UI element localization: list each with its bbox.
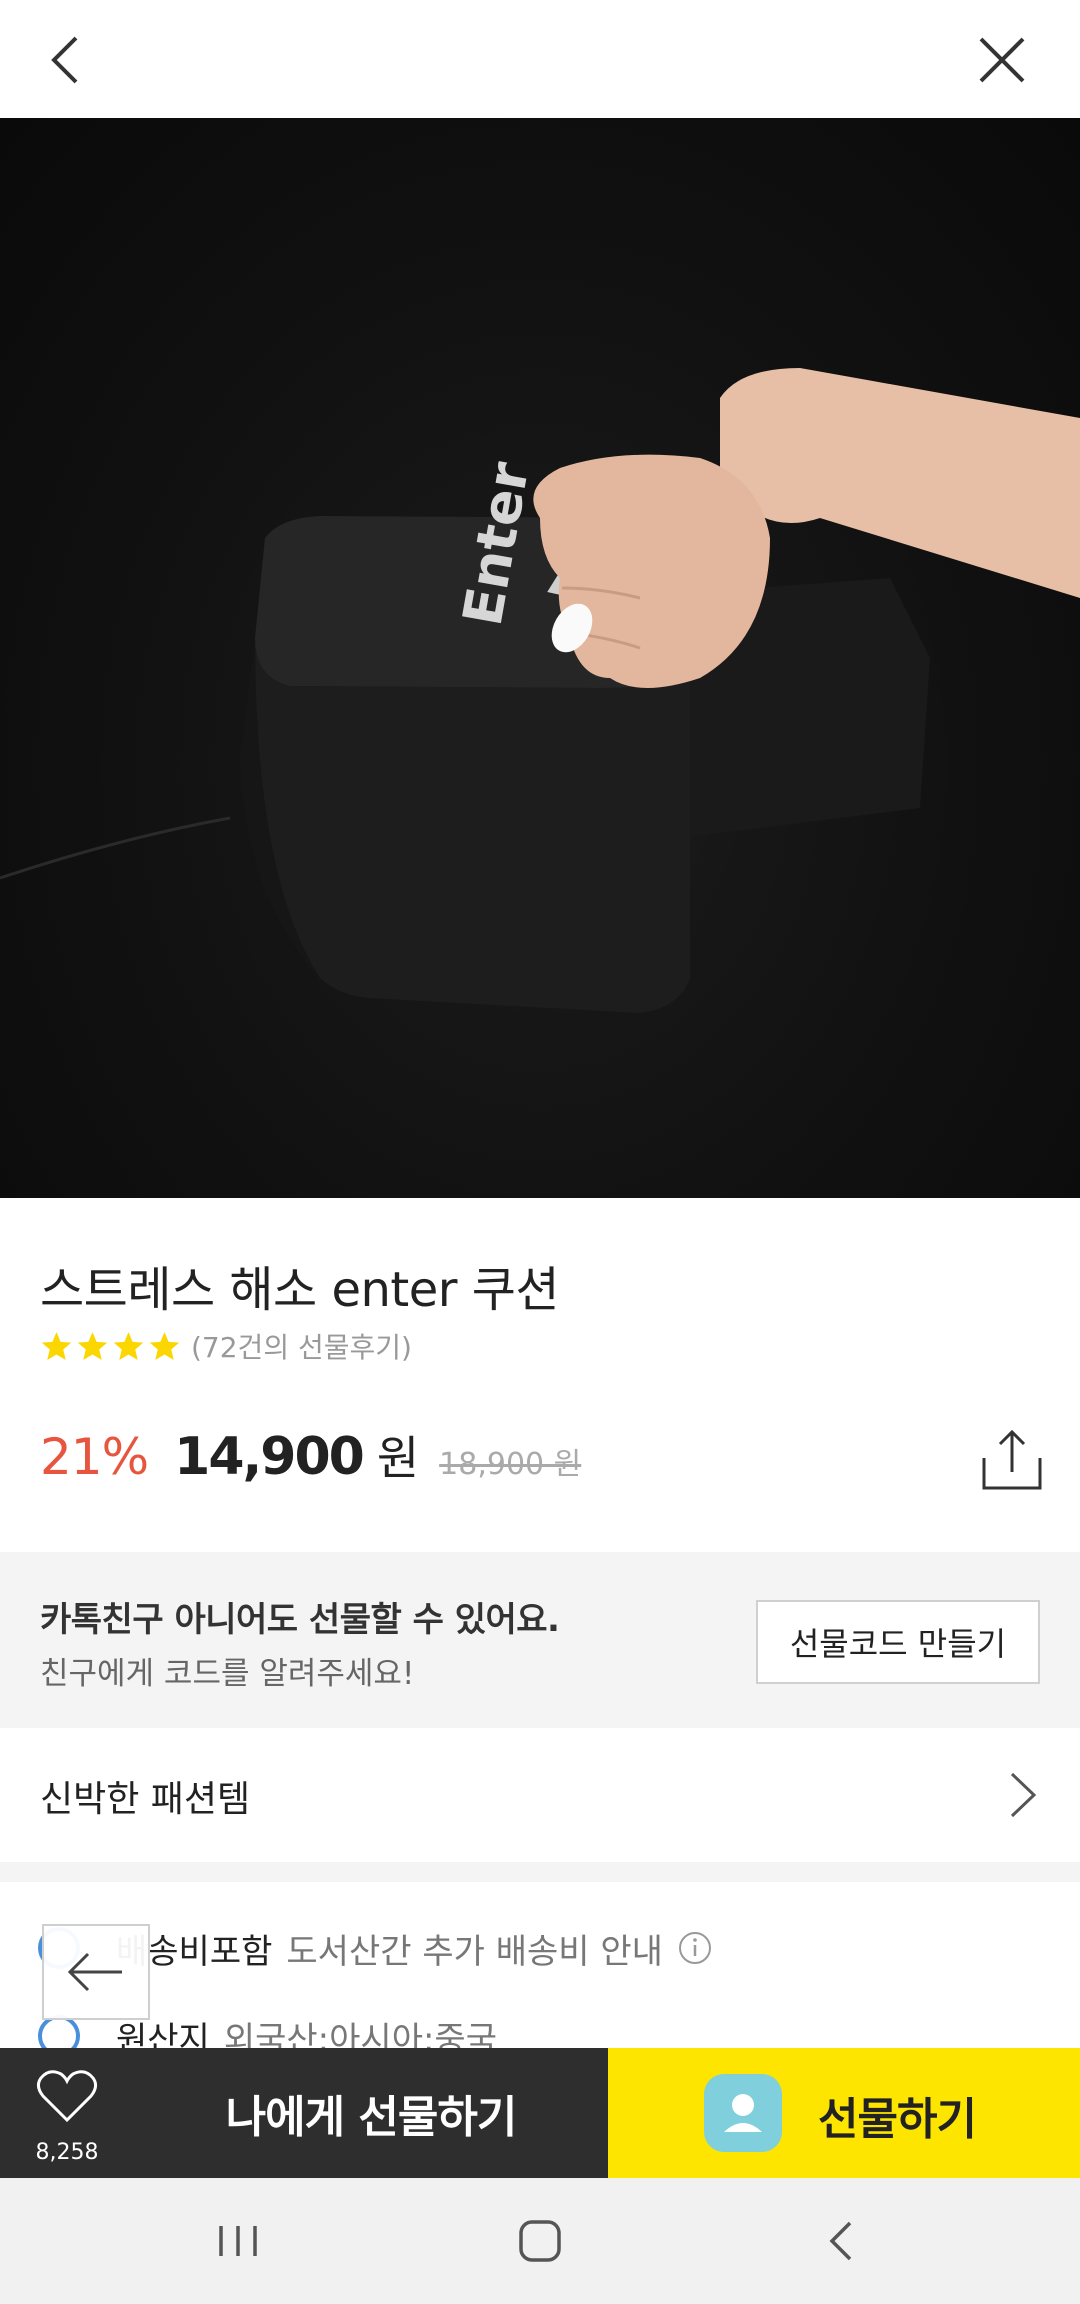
currency-unit: 원 [376,1431,420,1485]
rating-row[interactable]: (72건의 선물후기) [40,1326,412,1366]
wish-count: 8,258 [35,2140,99,2165]
review-count[interactable]: (72건의 선물후기) [191,1326,412,1366]
product-title: 스트레스 해소 enter 쿠션 [40,1262,560,1318]
floating-back-button[interactable] [42,1924,150,2020]
wish-button[interactable]: 8,258 [0,2048,134,2178]
star-icon [149,1331,180,1360]
heart-icon [36,2070,98,2123]
back-button[interactable] [28,22,104,98]
sale-price: 14,900 [174,1427,365,1487]
share-icon[interactable] [980,1428,1044,1492]
home-icon[interactable] [505,2206,575,2276]
top-header [0,0,1080,118]
original-price: 18,900 원 [439,1447,582,1482]
discount-rate: 21% [40,1428,149,1486]
arrow-left-icon [67,1952,122,1992]
product-photo-illustration: Enter [0,368,1080,1013]
banner-subtext: 친구에게 코드를 알려주세요! [40,1656,415,1692]
category-label: 신박한 패션템 [40,1779,251,1820]
make-gift-code-button[interactable]: 선물코드 만들기 [756,1600,1040,1684]
chevron-right-icon [1010,1772,1037,1818]
category-row[interactable]: 신박한 패션템 [0,1728,1080,1862]
rating-stars [40,1330,181,1363]
gift-to-self-button[interactable]: 나에게 선물하기 [134,2048,608,2178]
bottom-action-bar: 8,258 나에게 선물하기 선물하기 [0,2048,1080,2178]
friend-avatar-icon [704,2074,782,2152]
system-navigation-bar [0,2178,1080,2304]
star-icon [77,1331,108,1360]
close-icon [979,37,1025,83]
send-gift-button[interactable]: 선물하기 [608,2048,1080,2178]
section-divider [0,1862,1080,1882]
star-icon [41,1331,72,1360]
price-row: 21% 14,900 원 18,900 원 [40,1422,581,1502]
chevron-left-icon [51,36,78,84]
shipping-remote-info[interactable]: 도서산간 추가 배송비 안내 [286,1924,663,1973]
product-detail-page: Enter 스트레스 해소 enter 쿠션 (72건의 선물후기) 21% 1… [0,0,1080,2304]
product-image[interactable]: Enter [0,118,1080,1198]
banner-headline: 카톡친구 아니어도 선물할 수 있어요. [40,1600,560,1640]
gift-code-banner: 카톡친구 아니어도 선물할 수 있어요. 친구에게 코드를 알려주세요! 선물코… [0,1552,1080,1728]
back-icon[interactable] [808,2206,878,2276]
info-icon[interactable] [677,1930,713,1966]
send-gift-label: 선물하기 [818,2094,977,2145]
star-icon [113,1331,144,1360]
close-button[interactable] [964,22,1040,98]
recent-apps-icon[interactable] [203,2206,273,2276]
